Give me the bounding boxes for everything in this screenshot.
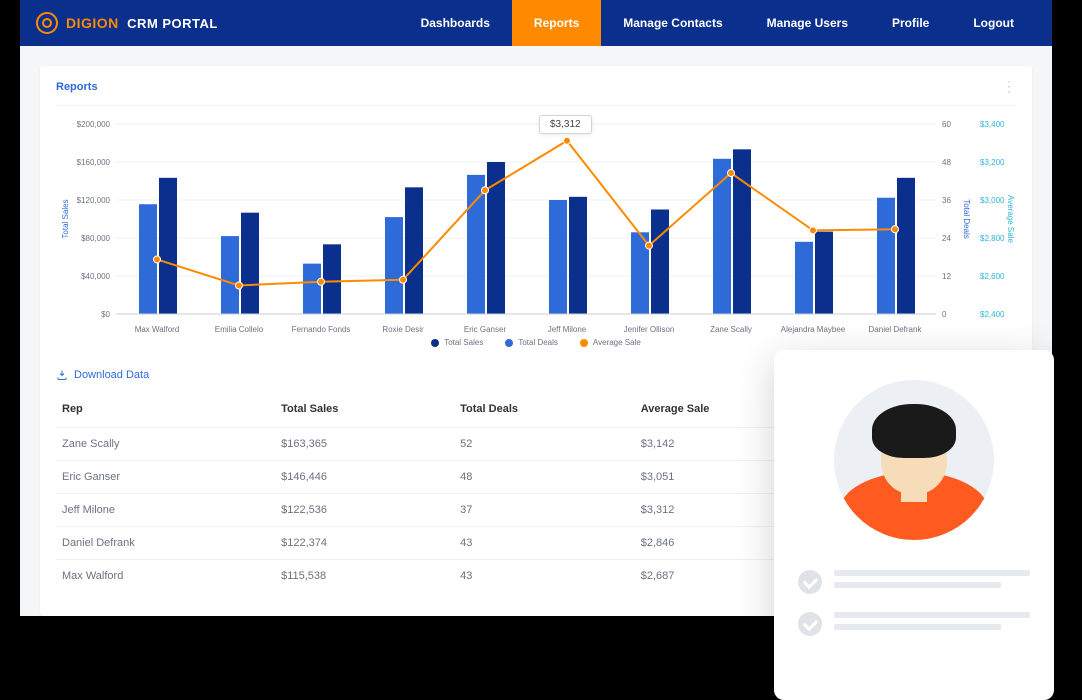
nav-item-profile[interactable]: Profile (870, 0, 951, 46)
svg-text:$2,800: $2,800 (980, 234, 1005, 243)
nav-items: DashboardsReportsManage ContactsManage U… (399, 0, 1036, 46)
svg-text:Max Walford: Max Walford (135, 325, 180, 334)
svg-text:24: 24 (942, 234, 951, 243)
column-header: Rep (56, 393, 275, 428)
svg-text:Roxie Desir: Roxie Desir (382, 325, 424, 334)
svg-text:Jenifer Ollison: Jenifer Ollison (624, 325, 675, 334)
column-header: Total Sales (275, 393, 454, 428)
svg-text:$3,200: $3,200 (980, 158, 1005, 167)
card-menu-icon[interactable]: ⋮ (1002, 78, 1016, 95)
chart-tooltip: $3,312 (539, 115, 592, 134)
avatar-icon (834, 380, 994, 540)
profile-item (798, 570, 1030, 594)
svg-text:Zane Scally: Zane Scally (710, 325, 752, 334)
svg-text:12: 12 (942, 272, 951, 281)
svg-text:Total Deals: Total Deals (962, 199, 971, 239)
svg-text:$160,000: $160,000 (77, 158, 111, 167)
svg-text:$0: $0 (101, 310, 110, 319)
nav-item-logout[interactable]: Logout (951, 0, 1036, 46)
download-label: Download Data (74, 369, 149, 381)
svg-text:$2,400: $2,400 (980, 310, 1005, 319)
svg-text:$3,000: $3,000 (980, 196, 1005, 205)
svg-text:$200,000: $200,000 (77, 120, 111, 129)
nav-item-dashboards[interactable]: Dashboards (399, 0, 512, 46)
chart: $0 $40,000 $80,000 $120,000 $160,000 $200,000… (56, 114, 1016, 344)
svg-text:Fernando Fonds: Fernando Fonds (292, 325, 351, 334)
svg-text:Total Sales: Total Sales (61, 199, 70, 238)
column-header: Total Deals (454, 393, 635, 428)
svg-text:Eric Ganser: Eric Ganser (464, 325, 507, 334)
check-icon (798, 570, 822, 594)
compass-icon (36, 12, 58, 34)
chart-svg: $0 $40,000 $80,000 $120,000 $160,000 $200,000… (56, 114, 1016, 344)
download-icon (56, 369, 68, 381)
check-icon (798, 612, 822, 636)
svg-text:Average Sale: Average Sale (1006, 195, 1015, 243)
svg-text:0: 0 (942, 310, 947, 319)
brand-name: DIGION (66, 15, 119, 31)
svg-text:Alejandra Maybee: Alejandra Maybee (781, 325, 846, 334)
svg-text:$40,000: $40,000 (81, 272, 110, 281)
svg-text:Emilia Collelo: Emilia Collelo (215, 325, 264, 334)
svg-text:$3,400: $3,400 (980, 120, 1005, 129)
svg-text:Daniel Defrank: Daniel Defrank (869, 325, 923, 334)
svg-text:$80,000: $80,000 (81, 234, 110, 243)
nav-item-manage-contacts[interactable]: Manage Contacts (601, 0, 744, 46)
svg-text:Jeff Milone: Jeff Milone (548, 325, 587, 334)
brand-subtitle: CRM PORTAL (127, 16, 218, 31)
card-title: Reports (56, 81, 98, 93)
svg-text:60: 60 (942, 120, 951, 129)
svg-text:$2,600: $2,600 (980, 272, 1005, 281)
svg-text:48: 48 (942, 158, 951, 167)
svg-text:36: 36 (942, 196, 951, 205)
svg-text:$120,000: $120,000 (77, 196, 111, 205)
nav-item-manage-users[interactable]: Manage Users (745, 0, 870, 46)
profile-item (798, 612, 1030, 636)
nav-item-reports[interactable]: Reports (512, 0, 601, 46)
logo: DIGION CRM PORTAL (36, 12, 218, 34)
card-header: Reports ⋮ (56, 78, 1016, 106)
profile-illustration-card (774, 350, 1054, 700)
navbar: DIGION CRM PORTAL DashboardsReportsManag… (20, 0, 1052, 46)
